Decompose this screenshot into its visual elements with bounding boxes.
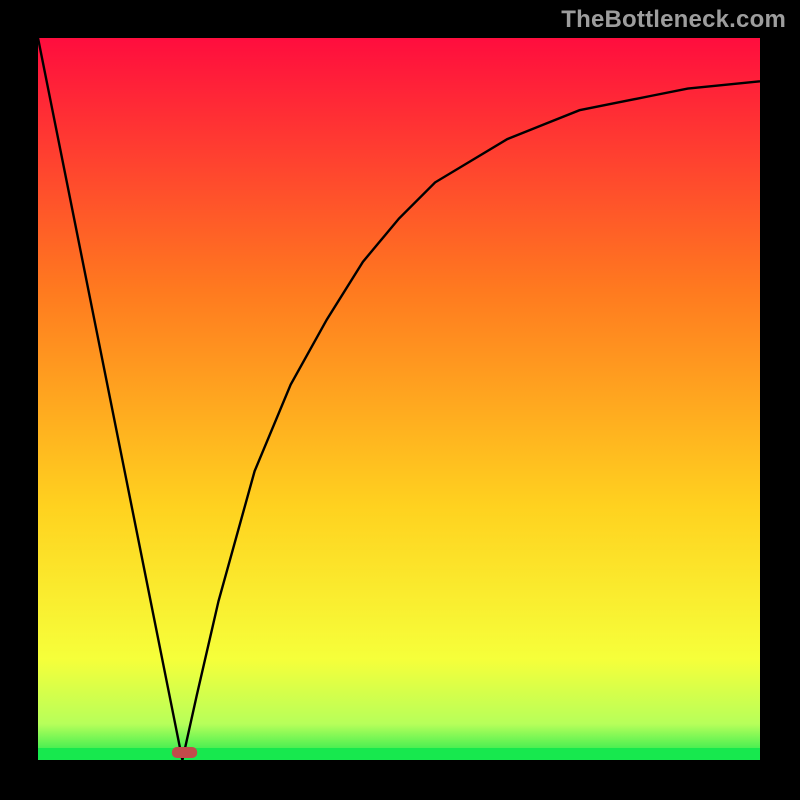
watermark-text: TheBottleneck.com <box>561 6 786 34</box>
plot-svg <box>38 38 760 760</box>
minimum-marker <box>172 747 197 758</box>
green-band <box>38 748 760 760</box>
plot-area <box>38 38 760 760</box>
gradient-backdrop <box>38 38 760 760</box>
chart-frame: TheBottleneck.com <box>0 0 800 800</box>
